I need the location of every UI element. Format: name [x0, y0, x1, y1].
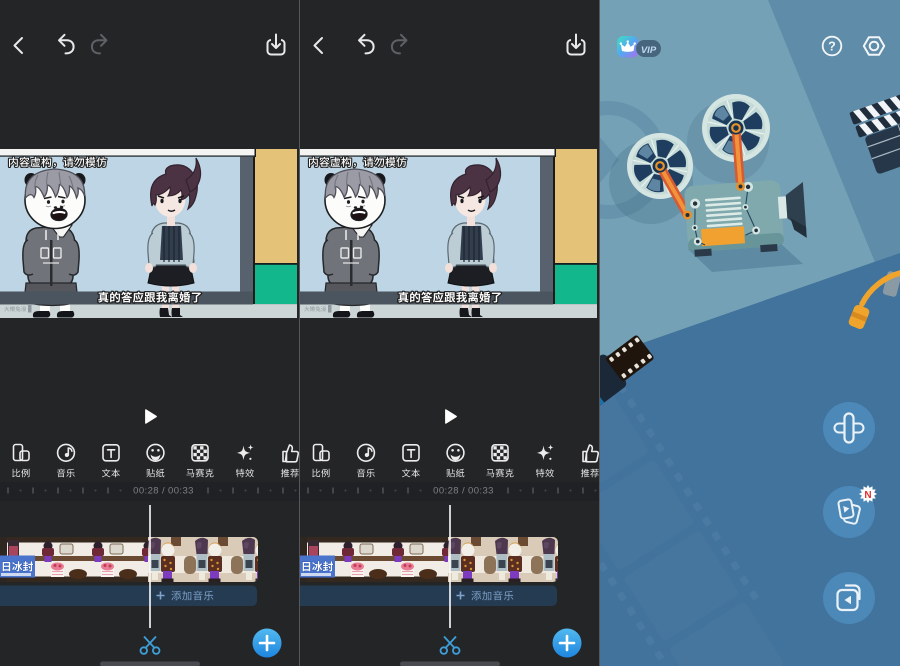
svg-text:N: N — [864, 490, 871, 501]
svg-text:?: ? — [828, 40, 836, 54]
svg-text:VIP: VIP — [641, 45, 657, 56]
